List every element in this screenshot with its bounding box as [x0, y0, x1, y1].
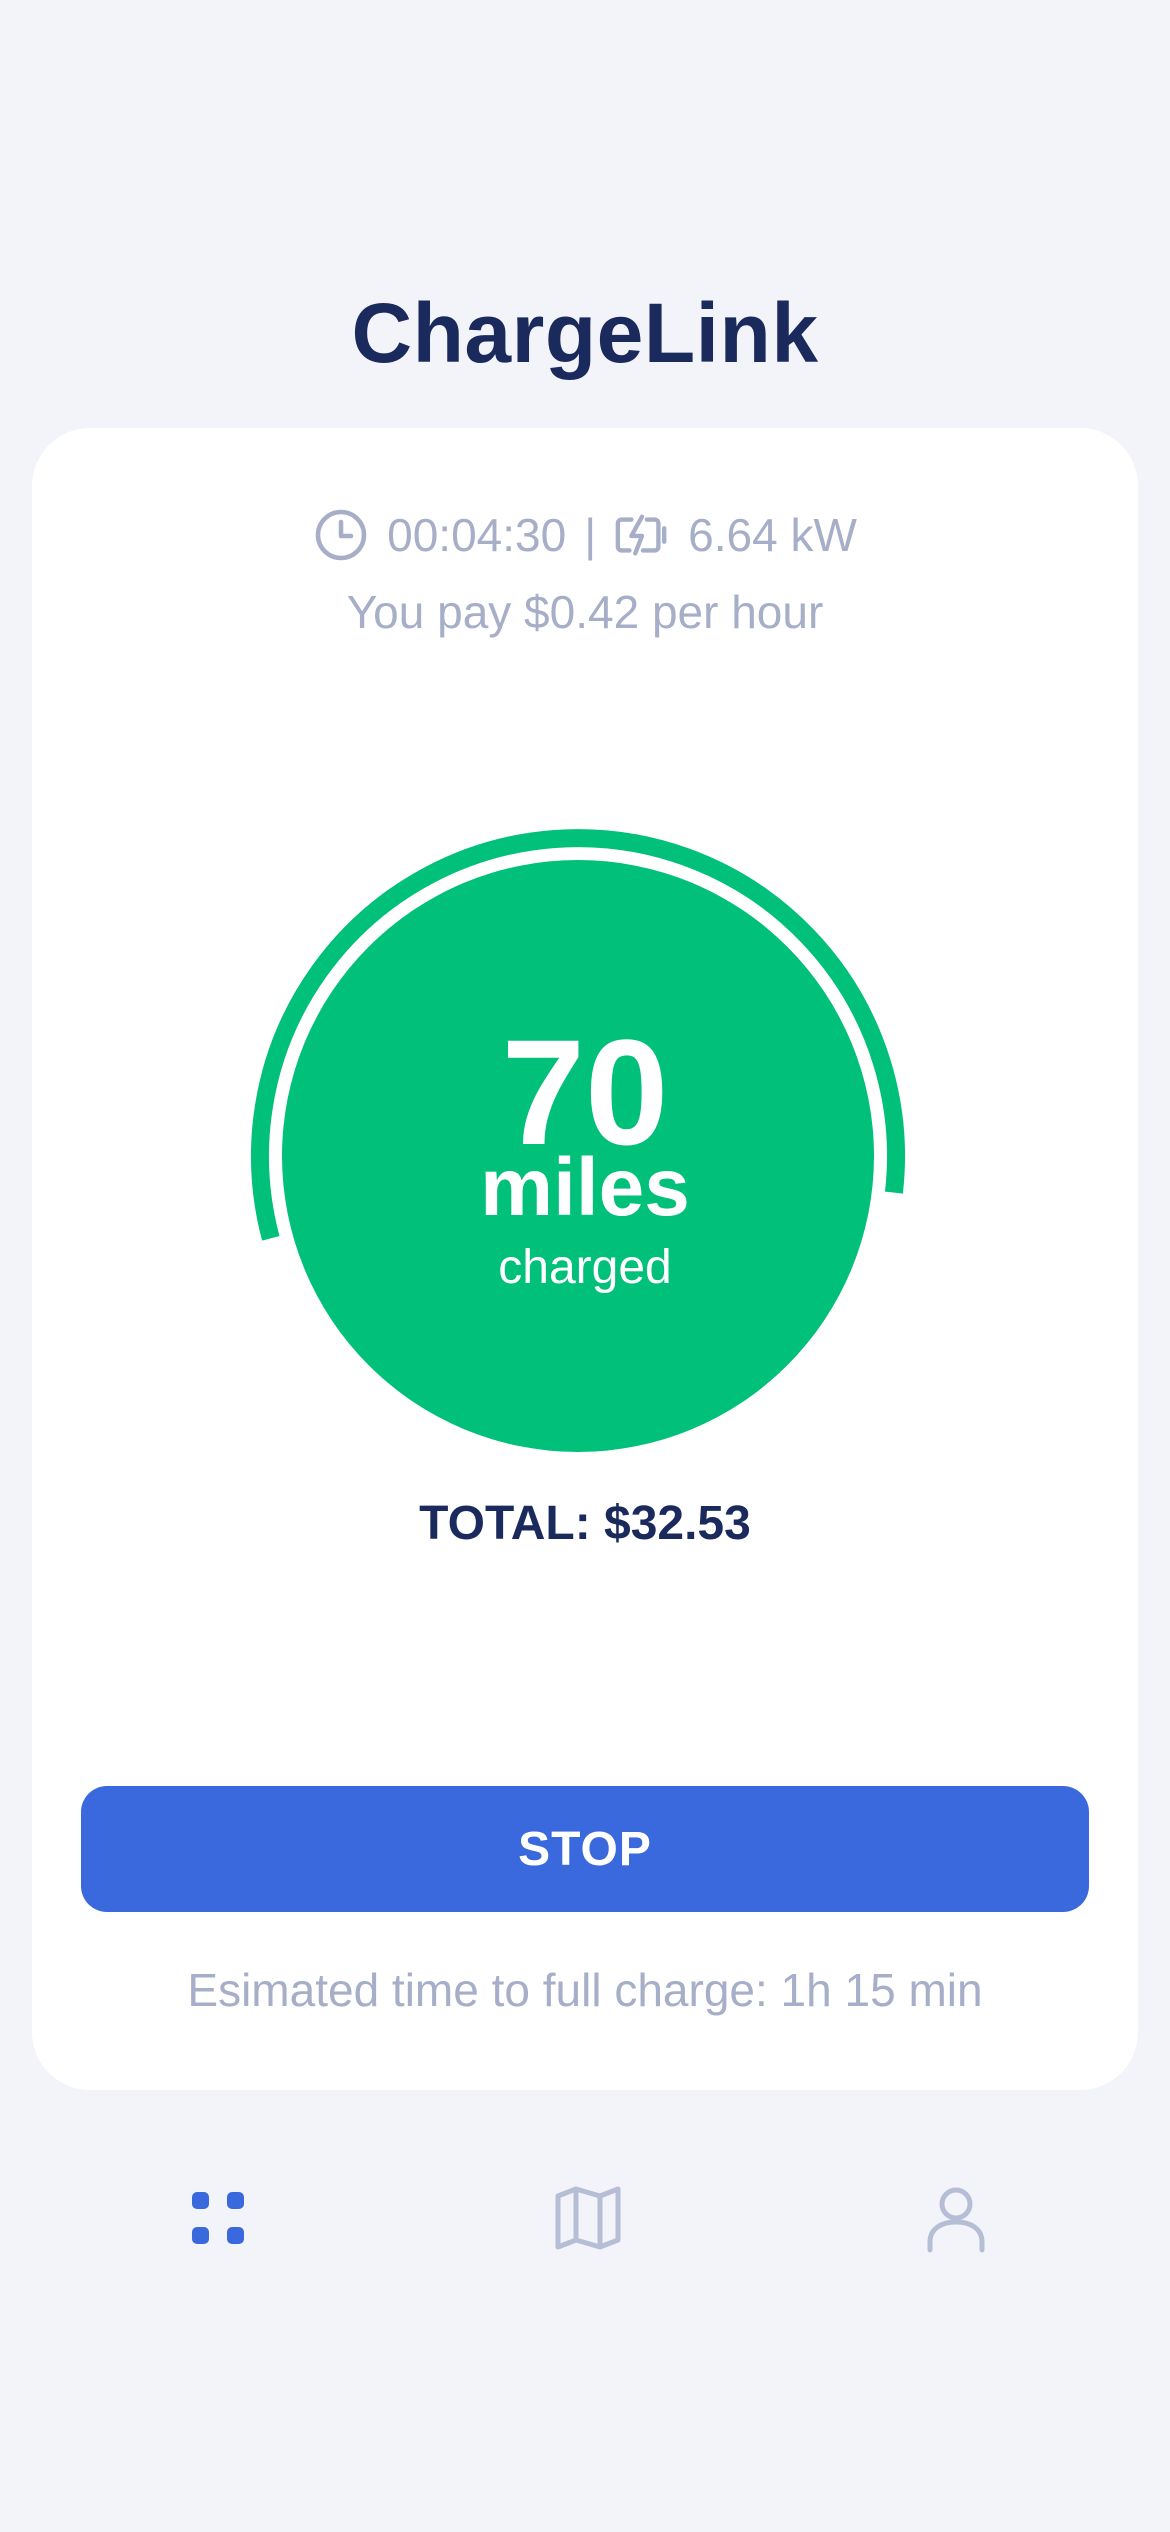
dashboard-icon: [186, 2186, 250, 2255]
clock-icon: [313, 507, 369, 563]
stats-separator: |: [584, 509, 597, 561]
profile-icon: [920, 2182, 992, 2259]
charge-label: charged: [498, 1241, 672, 1294]
elapsed-time: 00:04:30: [387, 509, 567, 561]
map-icon: [552, 2182, 624, 2259]
nav-dashboard[interactable]: [168, 2170, 268, 2270]
power-output: 6.64 kW: [688, 509, 857, 561]
estimated-time: Esimated time to full charge: 1h 15 min: [187, 1964, 983, 2016]
charge-unit: miles: [480, 1142, 690, 1233]
bottom-nav: [0, 2170, 1170, 2270]
charging-battery-icon: [614, 507, 670, 563]
rate-text: You pay $0.42 per hour: [346, 586, 824, 638]
app-title: ChargeLink: [351, 286, 819, 380]
session-stats: 00:04:30 | 6.64 kW: [0, 505, 1170, 565]
nav-profile[interactable]: [906, 2170, 1006, 2270]
stop-button[interactable]: STOP: [81, 1786, 1089, 1912]
total-cost: TOTAL: $32.53: [419, 1497, 751, 1550]
nav-map[interactable]: [538, 2170, 638, 2270]
